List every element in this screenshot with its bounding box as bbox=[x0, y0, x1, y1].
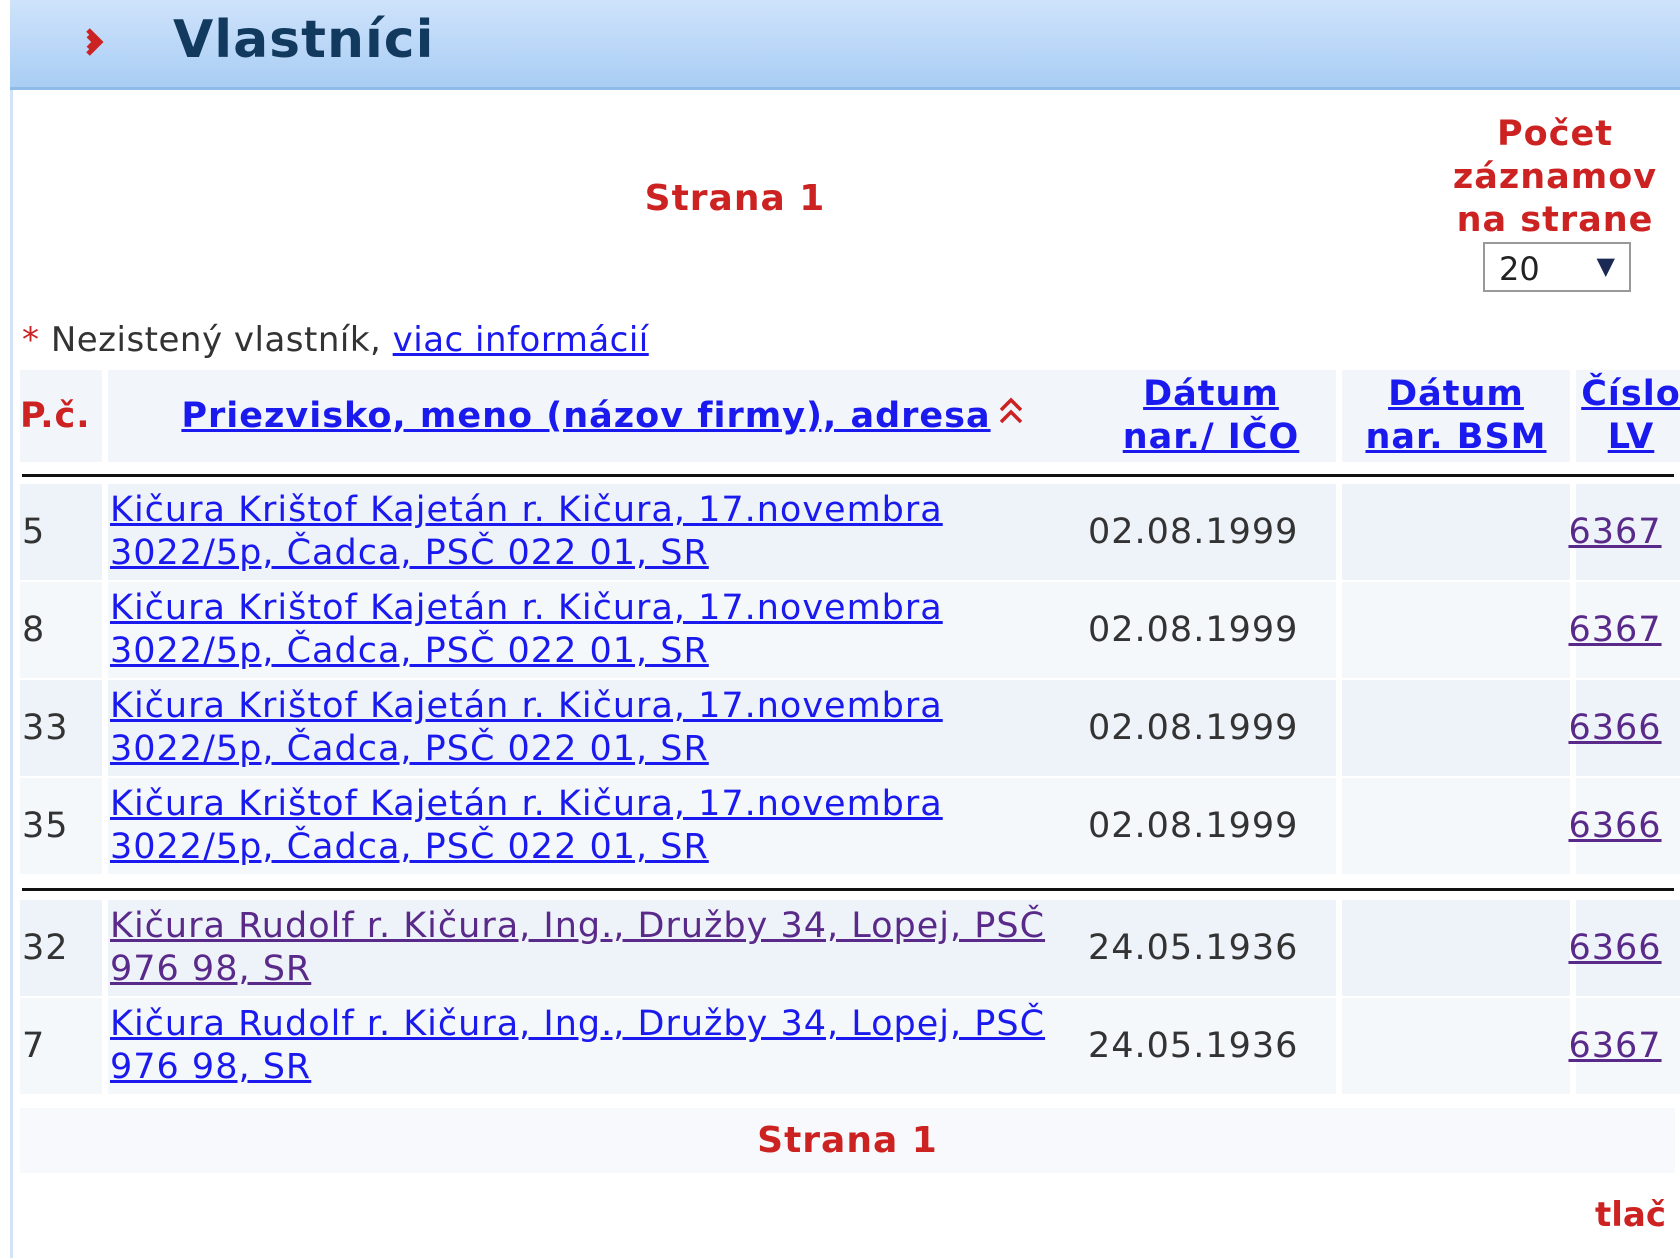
header-text: Číslo bbox=[1581, 374, 1680, 414]
column-header-bsm-date[interactable]: Dátum nar. BSM bbox=[1342, 370, 1570, 462]
lv-link[interactable]: 6367 bbox=[1568, 610, 1661, 650]
header-text: Dátum bbox=[1388, 374, 1524, 414]
row-number: 35 bbox=[22, 806, 69, 846]
lv-link[interactable]: 6367 bbox=[1568, 512, 1661, 552]
owner-address-line: 3022/5p, Čadca, PSČ 022 01, SR bbox=[110, 827, 709, 867]
sort-by-name-link[interactable]: Priezvisko, meno (názov firmy), adresa bbox=[181, 395, 990, 438]
owner-link[interactable]: Kičura Krištof Kajetán r. Kičura, 17.nov… bbox=[110, 783, 943, 869]
header-text: LV bbox=[1607, 417, 1655, 457]
owner-name-line: Kičura Krištof Kajetán r. Kičura, 17.nov… bbox=[110, 686, 943, 726]
owner-name-line: Kičura Rudolf r. Kičura, Ing., Družby 34… bbox=[110, 906, 1046, 946]
header-divider bbox=[22, 474, 1674, 477]
header-text: nar./ IČO bbox=[1122, 417, 1300, 457]
owner-address-line: 3022/5p, Čadca, PSČ 022 01, SR bbox=[110, 729, 709, 769]
per-page-label: Počet záznamov na strane bbox=[1452, 114, 1658, 240]
owner-name-line: Kičura Rudolf r. Kičura, Ing., Družby 34… bbox=[110, 1004, 1046, 1044]
lv-link[interactable]: 6367 bbox=[1568, 1026, 1661, 1066]
per-page-value: 20 bbox=[1499, 250, 1540, 288]
asterisk: * bbox=[22, 320, 40, 360]
owner-link[interactable]: Kičura Krištof Kajetán r. Kičura, 17.nov… bbox=[110, 587, 943, 673]
birth-date: 24.05.1936 bbox=[1088, 1026, 1299, 1066]
more-info-link[interactable]: viac informácií bbox=[393, 320, 649, 360]
lv-link[interactable]: 6366 bbox=[1568, 806, 1661, 846]
owner-address-line: 3022/5p, Čadca, PSČ 022 01, SR bbox=[110, 631, 709, 671]
owner-name-line: Kičura Krištof Kajetán r. Kičura, 17.nov… bbox=[110, 784, 943, 824]
column-header-name[interactable]: Priezvisko, meno (názov firmy), adresa bbox=[108, 370, 1098, 462]
triangle-down-icon: ▼ bbox=[1596, 252, 1615, 280]
owner-address-line: 976 98, SR bbox=[110, 949, 312, 989]
header-text: nar. BSM bbox=[1365, 417, 1547, 457]
sort-by-lv-link[interactable]: Číslo LV bbox=[1581, 373, 1680, 459]
owner-link[interactable]: Kičura Rudolf r. Kičura, Ing., Družby 34… bbox=[110, 1003, 1045, 1089]
lv-link[interactable]: 6366 bbox=[1568, 708, 1661, 748]
owner-link[interactable]: Kičura Krištof Kajetán r. Kičura, 17.nov… bbox=[110, 489, 943, 575]
double-chevron-right-icon bbox=[86, 28, 104, 56]
owner-name-line: Kičura Krištof Kajetán r. Kičura, 17.nov… bbox=[110, 588, 943, 628]
owner-link[interactable]: Kičura Krištof Kajetán r. Kičura, 17.nov… bbox=[110, 685, 943, 771]
birth-date: 02.08.1999 bbox=[1088, 806, 1299, 846]
page-indicator-top: Strana 1 bbox=[644, 178, 826, 219]
owner-address-line: 976 98, SR bbox=[110, 1047, 312, 1087]
birth-date: 02.08.1999 bbox=[1088, 708, 1299, 748]
birth-date: 24.05.1936 bbox=[1088, 928, 1299, 968]
table-row: 8 Kičura Krištof Kajetán r. Kičura, 17.n… bbox=[20, 582, 1680, 678]
owner-name-line: Kičura Krištof Kajetán r. Kičura, 17.nov… bbox=[110, 490, 943, 530]
panel-header: Vlastníci bbox=[10, 0, 1680, 90]
unknown-owner-note: * Nezistený vlastník, viac informácií bbox=[22, 320, 649, 360]
sort-by-birthdate-link[interactable]: Dátum nar./ IČO bbox=[1123, 373, 1300, 459]
row-number: 5 bbox=[22, 512, 46, 552]
note-text: Nezistený vlastník, bbox=[50, 320, 382, 360]
table-row: 35 Kičura Krištof Kajetán r. Kičura, 17.… bbox=[20, 778, 1680, 874]
print-link[interactable]: tlač bbox=[1595, 1195, 1666, 1235]
row-number: 33 bbox=[22, 708, 69, 748]
per-page-select[interactable]: 20 ▼ bbox=[1483, 242, 1631, 292]
birth-date: 02.08.1999 bbox=[1088, 512, 1299, 552]
row-number: 8 bbox=[22, 610, 46, 650]
table-row: 7 Kičura Rudolf r. Kičura, Ing., Družby … bbox=[20, 998, 1680, 1094]
owner-address-line: 3022/5p, Čadca, PSČ 022 01, SR bbox=[110, 533, 709, 573]
page-indicator-bottom: Strana 1 bbox=[20, 1108, 1675, 1173]
column-header-pc: P.č. bbox=[20, 370, 102, 462]
column-header-lv[interactable]: Číslo LV bbox=[1576, 370, 1680, 462]
group-divider bbox=[22, 888, 1674, 891]
column-header-birthdate[interactable]: Dátum nar./ IČO bbox=[1086, 370, 1336, 462]
table-header: P.č. Priezvisko, meno (názov firmy), adr… bbox=[20, 370, 1680, 468]
row-number: 7 bbox=[22, 1026, 46, 1066]
table-row: 32 Kičura Rudolf r. Kičura, Ing., Družby… bbox=[20, 900, 1680, 996]
page-title: Vlastníci bbox=[173, 10, 435, 70]
table-row: 5 Kičura Krištof Kajetán r. Kičura, 17.n… bbox=[20, 484, 1680, 580]
lv-link[interactable]: 6366 bbox=[1568, 928, 1661, 968]
row-number: 32 bbox=[22, 928, 69, 968]
sort-by-bsm-link[interactable]: Dátum nar. BSM bbox=[1365, 373, 1546, 459]
birth-date: 02.08.1999 bbox=[1088, 610, 1299, 650]
owner-link[interactable]: Kičura Rudolf r. Kičura, Ing., Družby 34… bbox=[110, 905, 1045, 991]
sort-ascending-icon[interactable] bbox=[997, 395, 1025, 438]
header-text: Dátum bbox=[1143, 374, 1279, 414]
table-row: 33 Kičura Krištof Kajetán r. Kičura, 17.… bbox=[20, 680, 1680, 776]
